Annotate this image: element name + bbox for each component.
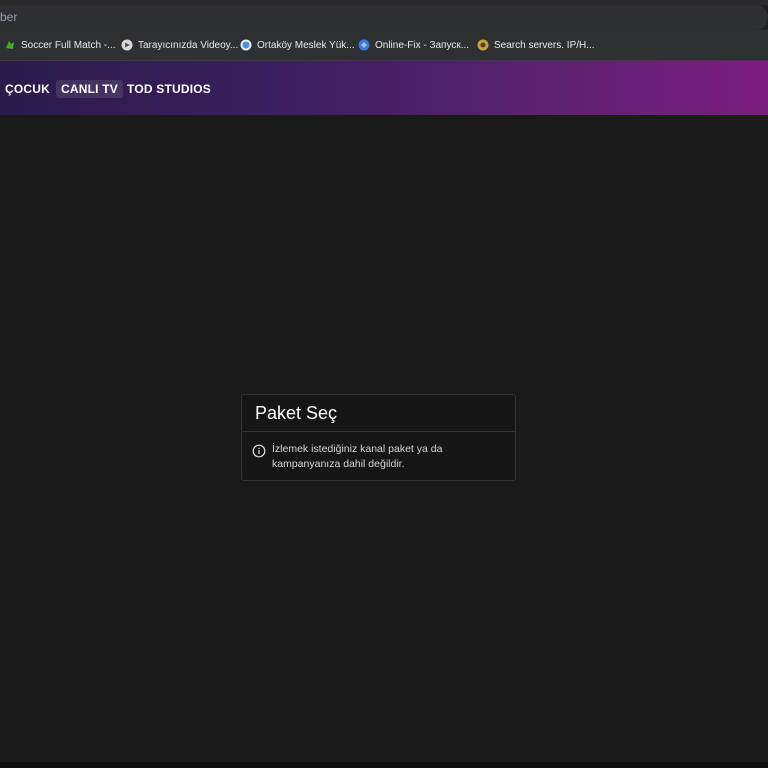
video-icon	[121, 39, 133, 51]
bookmark-label: Ortaköy Meslek Yük...	[257, 39, 355, 51]
nav-item-tod-studios[interactable]: TOD STUDIOS	[127, 80, 211, 98]
bookmark-label: Search servers. IP/H...	[494, 39, 595, 51]
info-icon	[252, 444, 266, 458]
soccer-icon	[6, 41, 14, 49]
modal-message: İzlemek istediğiniz kanal paket ya da ka…	[272, 443, 443, 470]
bookmark-online-fix[interactable]: Online-Fix - Запуск...	[358, 38, 469, 52]
bookmark-label: Tarayıcınızda Videoy...	[138, 39, 239, 51]
online-fix-icon	[358, 39, 370, 51]
bookmark-tarayicinizda-videoy[interactable]: Tarayıcınızda Videoy...	[121, 38, 238, 52]
nav-item-cocuk[interactable]: ÇOCUK	[5, 80, 50, 98]
modal-title: Paket Seç	[255, 403, 338, 423]
package-select-modal: Paket Seç İzlemek istediğiniz kanal pake…	[241, 394, 516, 481]
bookmark-label: Soccer Full Match -...	[21, 39, 116, 51]
modal-header: Paket Seç	[242, 395, 515, 432]
bottom-strip	[0, 762, 768, 768]
school-icon	[240, 39, 252, 51]
address-text: ber	[0, 10, 18, 24]
bookmarks-bar: Soccer Full Match -... Tarayıcınızda Vid…	[0, 30, 768, 61]
bookmark-label: Online-Fix - Запуск...	[375, 39, 470, 51]
bookmark-search-servers[interactable]: Search servers. IP/H...	[477, 38, 595, 52]
bookmark-ortakoy-meslek[interactable]: Ortaköy Meslek Yük...	[240, 38, 355, 52]
server-icon	[477, 39, 489, 51]
address-bar[interactable]: ber	[0, 5, 768, 30]
address-field[interactable]: ber	[0, 5, 768, 30]
nav-item-canli-tv[interactable]: CANLI TV	[56, 80, 123, 98]
bookmark-soccer-full-match[interactable]: Soccer Full Match -...	[4, 38, 115, 52]
